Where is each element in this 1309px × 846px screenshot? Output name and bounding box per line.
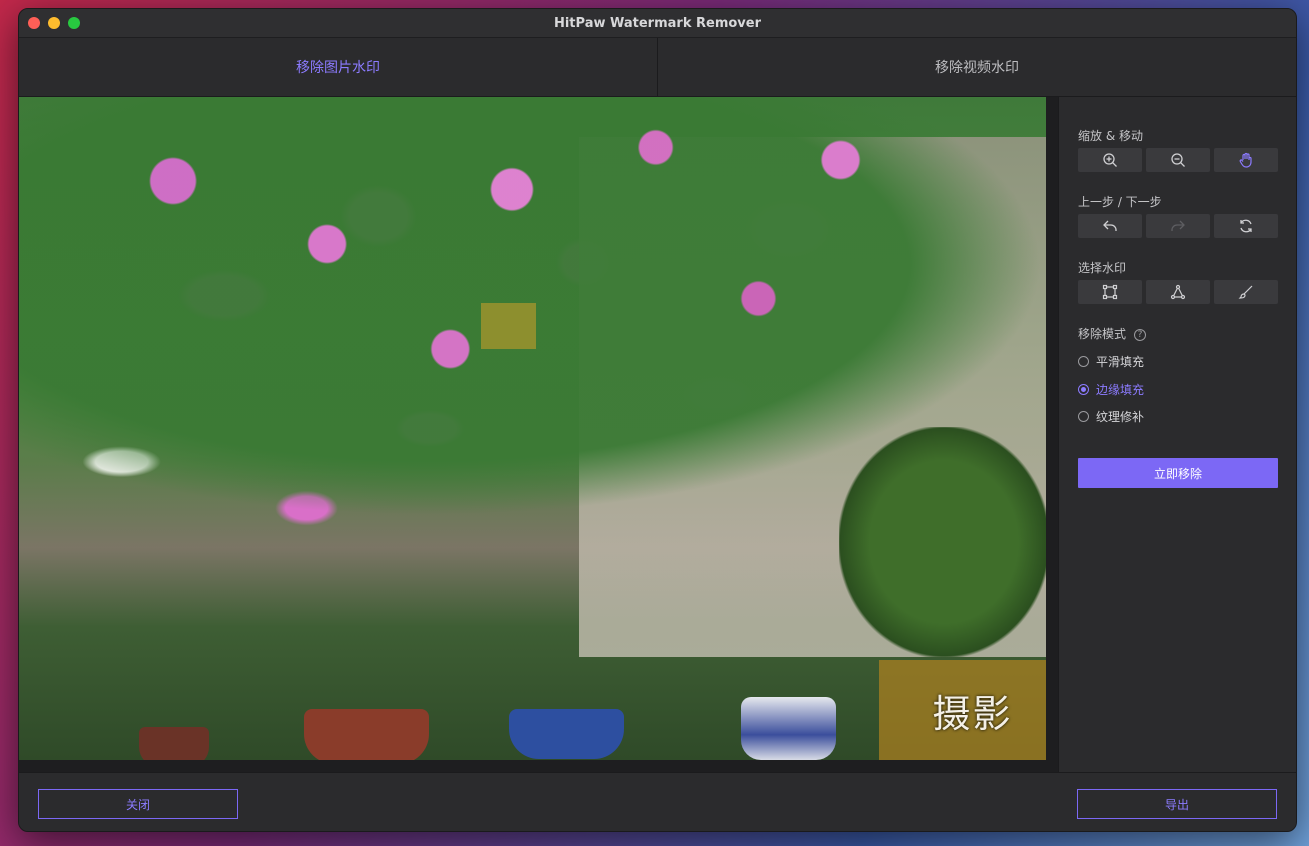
zoom-move-buttons [1078, 148, 1278, 172]
window-title: HitPaw Watermark Remover [553, 15, 762, 31]
app-window: HitPaw Watermark Remover 移除图片水印 移除视频水印 摄… [18, 8, 1297, 832]
watermark-selection-small[interactable] [481, 303, 536, 349]
undo-redo-buttons [1078, 214, 1278, 238]
photo-pot [741, 697, 836, 760]
mode-option-label: 平滑填充 [1096, 355, 1145, 369]
radio-icon[interactable] [1078, 411, 1089, 422]
reset-icon [1240, 219, 1252, 233]
close-window-button[interactable] [28, 17, 40, 29]
hand-icon [1239, 152, 1252, 168]
help-icon[interactable]: ? [1134, 329, 1147, 341]
polygon-select-icon [1170, 284, 1186, 300]
remove-now-button[interactable]: 立即移除 [1078, 458, 1278, 488]
photo-bush [839, 427, 1046, 657]
redo-button[interactable] [1146, 214, 1210, 238]
mode-option-label: 纹理修补 [1096, 410, 1145, 424]
tools-panel: 缩放 & 移动 上一步 / 下一步 选择水印 移除模式 ? 平滑填充 边缘填充 … [1058, 97, 1296, 772]
title-bar: HitPaw Watermark Remover [19, 9, 1296, 38]
remove-mode-label: 移除模式 [1078, 327, 1127, 341]
brush-button[interactable] [1214, 280, 1278, 304]
redo-icon [1171, 220, 1185, 231]
mode-tabs: 移除图片水印 移除视频水印 [19, 38, 1296, 97]
zoom-in-icon [1103, 153, 1117, 167]
photo-preview[interactable]: 摄影 [19, 97, 1046, 760]
brush-icon [1238, 285, 1253, 299]
mode-option-edge-fill[interactable]: 边缘填充 [1078, 381, 1144, 398]
window-controls [28, 17, 80, 29]
watermark-selection[interactable]: 摄影 [879, 660, 1046, 760]
radio-icon[interactable] [1078, 356, 1089, 367]
rectangle-select-button[interactable] [1078, 280, 1142, 304]
radio-checked-icon[interactable] [1078, 384, 1089, 395]
zoom-out-icon [1171, 153, 1185, 167]
undo-icon [1103, 220, 1117, 231]
photo-pot [509, 709, 624, 759]
reset-button[interactable] [1214, 214, 1278, 238]
tab-remove-video-watermark[interactable]: 移除视频水印 [657, 38, 1296, 96]
remove-mode-header: 移除模式? [1078, 325, 1147, 342]
export-button[interactable]: 导出 [1077, 789, 1277, 819]
minimize-window-button[interactable] [48, 17, 60, 29]
mode-option-smooth-fill[interactable]: 平滑填充 [1078, 353, 1144, 370]
footer-bar: 关闭 导出 [19, 772, 1296, 831]
watermark-text: 摄影 [932, 691, 1013, 736]
rectangle-select-icon [1102, 284, 1118, 300]
select-watermark-label: 选择水印 [1078, 261, 1127, 275]
maximize-window-button[interactable] [68, 17, 80, 29]
select-watermark-buttons [1078, 280, 1278, 304]
zoom-out-button[interactable] [1146, 148, 1210, 172]
polygon-select-button[interactable] [1146, 280, 1210, 304]
undo-button[interactable] [1078, 214, 1142, 238]
undo-redo-label: 上一步 / 下一步 [1078, 195, 1162, 209]
zoom-move-label: 缩放 & 移动 [1078, 129, 1143, 143]
hand-tool-button[interactable] [1214, 148, 1278, 172]
tab-remove-image-watermark[interactable]: 移除图片水印 [19, 38, 657, 96]
close-button[interactable]: 关闭 [38, 789, 238, 819]
photo-pot [304, 709, 429, 760]
mode-option-texture-repair[interactable]: 纹理修补 [1078, 408, 1144, 425]
image-canvas[interactable]: 摄影 [19, 97, 1058, 772]
zoom-in-button[interactable] [1078, 148, 1142, 172]
mode-option-label: 边缘填充 [1096, 383, 1145, 397]
photo-pot [139, 727, 209, 760]
